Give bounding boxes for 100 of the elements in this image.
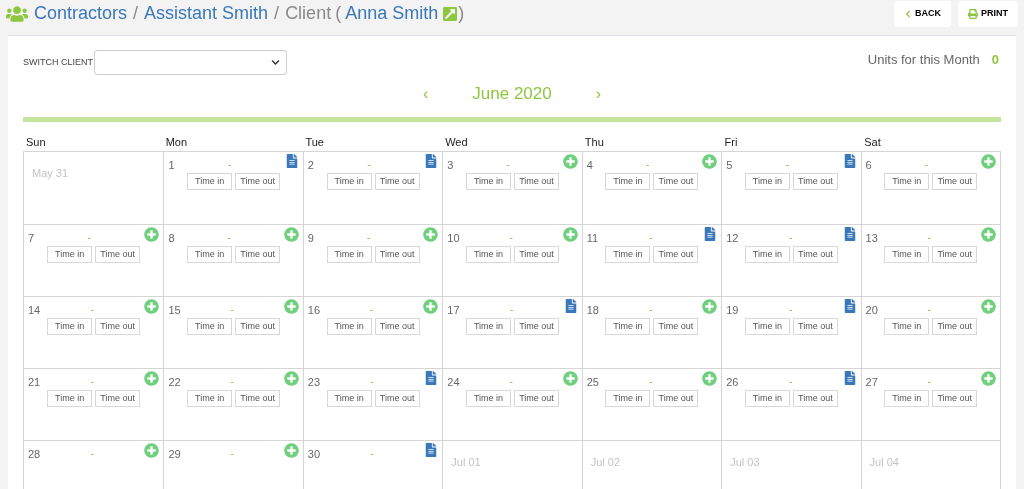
time-field[interactable]: Time out (95, 389, 141, 407)
time-field[interactable]: Time out (932, 317, 978, 335)
add-icon[interactable] (423, 226, 439, 242)
document-icon[interactable] (284, 153, 299, 168)
add-icon[interactable] (981, 226, 996, 242)
time-field[interactable]: Time in (605, 317, 651, 335)
breadcrumb-link[interactable]: Anna Smith (345, 0, 439, 27)
time-field[interactable]: Time in (326, 172, 372, 190)
time-field[interactable]: Time in (47, 245, 93, 263)
document-icon[interactable] (424, 153, 439, 168)
time-field[interactable]: Time out (792, 317, 838, 335)
time-field[interactable]: Time out (374, 172, 420, 190)
time-field[interactable]: Time out (792, 389, 838, 407)
time-field[interactable]: Time in (326, 245, 372, 263)
add-icon[interactable] (283, 370, 299, 386)
time-field[interactable]: Time out (514, 172, 559, 190)
units-dash: - (367, 156, 371, 172)
add-icon[interactable] (702, 370, 718, 386)
time-field[interactable]: Time out (235, 245, 281, 263)
time-field[interactable]: Time out (653, 389, 699, 407)
time-field[interactable]: Time in (47, 389, 93, 407)
add-icon[interactable] (283, 298, 299, 314)
time-field[interactable]: Time out (653, 245, 699, 263)
time-field[interactable]: Time in (466, 172, 511, 190)
time-field[interactable]: Time out (374, 245, 420, 263)
add-icon[interactable] (981, 370, 996, 386)
time-field[interactable]: Time in (605, 389, 651, 407)
add-icon[interactable] (144, 442, 160, 458)
time-field[interactable]: Time out (514, 389, 559, 407)
time-field[interactable]: Time in (187, 389, 233, 407)
time-field[interactable]: Time out (235, 317, 281, 335)
time-field[interactable]: Time in (326, 317, 372, 335)
add-icon[interactable] (144, 370, 160, 386)
time-field[interactable]: Time out (235, 172, 281, 190)
add-icon[interactable] (283, 442, 299, 458)
breadcrumb-link[interactable]: Assistant Smith (144, 0, 269, 27)
add-icon[interactable] (702, 153, 718, 169)
time-field[interactable]: Time in (466, 245, 511, 263)
day-number: 18 (586, 302, 599, 318)
day-number: 1 (168, 157, 175, 173)
add-icon[interactable] (423, 298, 439, 314)
add-icon[interactable] (981, 298, 996, 314)
time-field[interactable]: Time out (932, 245, 978, 263)
external-link-icon[interactable] (442, 5, 459, 22)
time-field[interactable]: Time in (605, 245, 651, 263)
add-icon[interactable] (562, 153, 578, 169)
document-icon[interactable] (424, 442, 439, 457)
document-icon[interactable] (842, 153, 857, 168)
day-number: 3 (447, 157, 454, 173)
time-field[interactable]: Time in (884, 172, 930, 190)
time-field[interactable]: Time in (744, 172, 790, 190)
document-icon[interactable] (842, 370, 857, 385)
document-icon[interactable] (424, 370, 439, 385)
client-select[interactable] (94, 50, 287, 75)
time-field[interactable]: Time in (744, 317, 790, 335)
time-field[interactable]: Time out (653, 172, 699, 190)
time-field[interactable]: Time out (932, 172, 978, 190)
units-dash: - (230, 373, 235, 389)
units-dash: - (87, 229, 92, 245)
time-field[interactable]: Time in (466, 317, 511, 335)
print-button[interactable]: PRINT (958, 0, 1018, 27)
add-icon[interactable] (702, 298, 718, 314)
time-field[interactable]: Time in (744, 245, 790, 263)
time-field[interactable]: Time out (235, 389, 281, 407)
time-field[interactable]: Time in (187, 245, 233, 263)
time-field[interactable]: Time out (792, 245, 838, 263)
time-field[interactable]: Time in (187, 172, 233, 190)
breadcrumb-link[interactable]: Contractors (34, 0, 128, 27)
add-icon[interactable] (144, 298, 160, 314)
add-icon[interactable] (562, 226, 578, 242)
document-icon[interactable] (842, 298, 857, 313)
time-field[interactable]: Time out (932, 389, 978, 407)
time-field[interactable]: Time out (792, 172, 838, 190)
time-field[interactable]: Time out (95, 317, 141, 335)
time-field[interactable]: Time in (47, 317, 93, 335)
add-icon[interactable] (562, 370, 578, 386)
document-icon[interactable] (842, 226, 857, 241)
time-field[interactable]: Time in (884, 389, 930, 407)
day-date: Jul 04 (869, 455, 899, 468)
time-field[interactable]: Time out (95, 245, 141, 263)
time-field[interactable]: Time out (374, 317, 420, 335)
time-field[interactable]: Time in (884, 245, 930, 263)
time-field[interactable]: Time out (653, 317, 699, 335)
time-field[interactable]: Time out (374, 389, 420, 407)
back-button[interactable]: BACK (894, 0, 951, 27)
time-field[interactable]: Time in (187, 317, 233, 335)
document-icon[interactable] (563, 298, 578, 313)
add-icon[interactable] (981, 153, 996, 169)
document-icon[interactable] (703, 226, 718, 241)
time-field[interactable]: Time in (744, 389, 790, 407)
time-field[interactable]: Time in (884, 317, 930, 335)
time-field[interactable]: Time in (605, 172, 651, 190)
day-number: 30 (307, 446, 321, 462)
add-icon[interactable] (283, 226, 299, 242)
add-icon[interactable] (144, 226, 160, 242)
time-field[interactable]: Time out (514, 317, 559, 335)
day-number: 6 (865, 157, 872, 173)
time-field[interactable]: Time out (514, 245, 559, 263)
time-field[interactable]: Time in (326, 389, 372, 407)
time-field[interactable]: Time in (466, 389, 511, 407)
